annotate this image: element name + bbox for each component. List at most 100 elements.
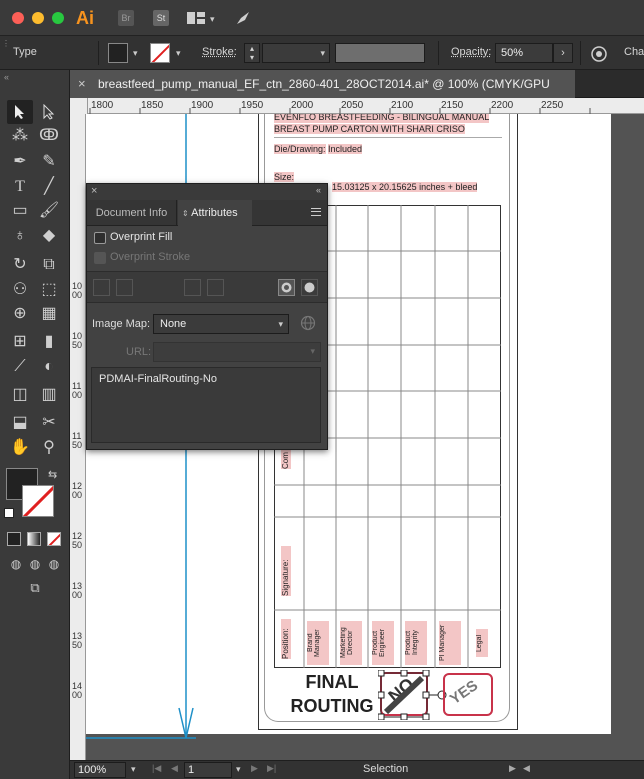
perspective-grid-tool-icon[interactable]: ▦ (36, 302, 62, 326)
divider (98, 41, 99, 65)
note-textarea[interactable]: PDMAI-FinalRouting-No (91, 367, 321, 443)
collapse-panel-icon[interactable]: « (316, 185, 321, 195)
hand-tool-icon[interactable]: ✋ (7, 436, 33, 460)
image-map-label: Image Map: (92, 318, 151, 330)
gradient-mode-icon[interactable] (27, 532, 41, 546)
stock-button[interactable]: St (153, 10, 169, 26)
tab-attributes[interactable]: ⇕ Attributes (178, 200, 252, 226)
draw-inside-icon[interactable]: ◍ (41, 552, 67, 576)
current-tool-status[interactable]: Selection (363, 763, 408, 775)
nonzero-winding-button[interactable] (278, 279, 295, 296)
screen-mode-icon[interactable]: ⧉ (22, 576, 48, 600)
none-mode-icon[interactable] (47, 532, 61, 546)
character-link[interactable]: Cha (624, 46, 644, 58)
ruler-tick: 1350 (72, 631, 83, 650)
eyedropper-tool-icon[interactable]: ⟋ (7, 355, 33, 379)
panel-tabs: Document Info ⇕ Attributes (87, 200, 327, 226)
ruler-tick: 1250 (72, 531, 83, 550)
bridge-button[interactable]: Br (118, 10, 134, 26)
collapse-toolbar-icon[interactable]: « (4, 72, 9, 82)
stroke-weight-chevron-icon[interactable]: ▾ (320, 48, 325, 59)
arrange-chevron-icon[interactable]: ▾ (210, 14, 215, 25)
even-odd-button[interactable] (301, 279, 318, 296)
close-panel-icon[interactable]: × (91, 185, 97, 197)
last-artboard-icon[interactable]: ▶| (267, 763, 276, 774)
stroke-color-swatch[interactable] (22, 485, 54, 517)
opacity-label[interactable]: Opacity: (451, 46, 491, 58)
job-title-text: EVENFLO BREASTFEEDING - BILINGUAL MANUAL (274, 114, 490, 123)
variable-width-profile[interactable] (335, 43, 425, 63)
zoom-tool-icon[interactable]: ⚲ (36, 436, 62, 460)
zoom-chevron-icon[interactable]: ▾ (131, 764, 136, 775)
overprint-fill-label: Overprint Fill (110, 231, 173, 243)
status-menu-arrow-icon[interactable]: ▶ (509, 763, 516, 774)
attributes-panel: × « Document Info ⇕ Attributes Overprint… (86, 183, 328, 450)
rectangle-tool-icon[interactable]: ▭ (7, 199, 33, 223)
gradient-tool-icon[interactable]: ▮ (36, 330, 62, 354)
eraser-tool-icon[interactable]: ◆ (36, 224, 62, 248)
vertical-ruler[interactable]: 1000 1050 1100 1150 1200 1250 1300 1350 … (70, 114, 86, 760)
ruler-tick: 1300 (72, 581, 83, 600)
artboard-number-field[interactable]: 1 (184, 762, 232, 778)
scroll-left-icon[interactable]: ◀ (523, 763, 530, 774)
fill-swatch[interactable] (108, 43, 128, 63)
close-tab-button[interactable]: × (78, 70, 86, 98)
divider (438, 41, 439, 65)
panel-menu-icon[interactable] (311, 208, 321, 216)
horizontal-ruler[interactable]: 1800 1850 1900 1950 2000 2050 2100 2150 … (70, 98, 644, 114)
column-graph-tool-icon[interactable]: ▥ (36, 383, 62, 407)
symbol-sprayer-tool-icon[interactable]: ◫ (7, 383, 33, 407)
browser-globe-icon (300, 315, 316, 331)
opacity-field[interactable]: 50% (495, 43, 553, 63)
stroke-weight-field[interactable]: ▾ (262, 43, 330, 63)
rotate-tool-icon[interactable]: ↻ (7, 253, 33, 277)
stroke-swatch[interactable] (150, 43, 170, 63)
free-transform-tool-icon[interactable]: ⬚ (36, 278, 62, 302)
first-artboard-icon[interactable]: |◀ (152, 763, 161, 774)
type-tool-icon[interactable]: T (7, 175, 33, 199)
warp-tool-icon[interactable]: ⚇ (7, 278, 33, 302)
next-artboard-icon[interactable]: ▶ (251, 763, 258, 774)
fill-chevron-icon[interactable]: ▾ (133, 48, 138, 59)
tab-document-info[interactable]: Document Info (87, 200, 177, 226)
line-segment-tool-icon[interactable]: ╱ (36, 175, 62, 199)
shaper-tool-icon[interactable]: ♁ (7, 224, 33, 248)
arrange-documents-icon[interactable] (186, 10, 206, 26)
lasso-tool-icon[interactable]: ↂ (36, 124, 62, 148)
selection-type-label: Type (13, 46, 37, 58)
slice-tool-icon[interactable]: ✂ (36, 411, 62, 435)
previous-artboard-icon[interactable]: ◀ (171, 763, 178, 774)
direct-selection-tool-icon[interactable] (36, 100, 62, 124)
zoom-window-button[interactable] (52, 12, 64, 24)
image-map-select[interactable]: None ▾ (153, 314, 289, 334)
gpu-rocket-icon[interactable] (234, 9, 252, 27)
selection-bounding-box[interactable] (378, 670, 448, 720)
pen-tool-icon[interactable]: ✒ (7, 150, 33, 174)
stroke-label[interactable]: Stroke: (202, 46, 237, 58)
panel-header[interactable]: × « (87, 184, 327, 200)
zoom-level-field[interactable]: 100% (74, 762, 126, 778)
stroke-chevron-icon[interactable]: ▾ (176, 48, 181, 59)
close-window-button[interactable] (12, 12, 24, 24)
scale-tool-icon[interactable]: ⧉ (36, 253, 62, 277)
paintbrush-tool-icon[interactable]: 🖌 (36, 199, 62, 223)
swap-fill-stroke-icon[interactable]: ⇆ (48, 468, 57, 481)
curvature-tool-icon[interactable]: ✎ (36, 150, 62, 174)
default-colors-icon[interactable] (4, 508, 14, 518)
shape-builder-tool-icon[interactable]: ⊕ (7, 302, 33, 326)
recolor-artwork-icon[interactable] (590, 45, 608, 63)
ruler-origin[interactable] (70, 98, 88, 114)
panel-button-row (87, 271, 327, 303)
stroke-weight-stepper[interactable]: ▴ ▾ (244, 43, 260, 63)
color-mode-icon[interactable] (7, 532, 21, 546)
opacity-arrow-icon[interactable]: › (553, 43, 573, 63)
minimize-window-button[interactable] (32, 12, 44, 24)
artboard-tool-icon[interactable]: ⬓ (7, 411, 33, 435)
overprint-fill-checkbox[interactable] (94, 232, 106, 244)
blend-tool-icon[interactable]: ◐ (36, 355, 62, 379)
mesh-tool-icon[interactable]: ⊞ (7, 330, 33, 354)
document-tab[interactable]: breastfeed_pump_manual_EF_ctn_2860-401_2… (70, 70, 575, 119)
selection-tool-icon[interactable] (7, 100, 33, 124)
magic-wand-tool-icon[interactable]: ⁂ (7, 124, 33, 148)
artboard-chevron-icon[interactable]: ▾ (236, 764, 241, 775)
